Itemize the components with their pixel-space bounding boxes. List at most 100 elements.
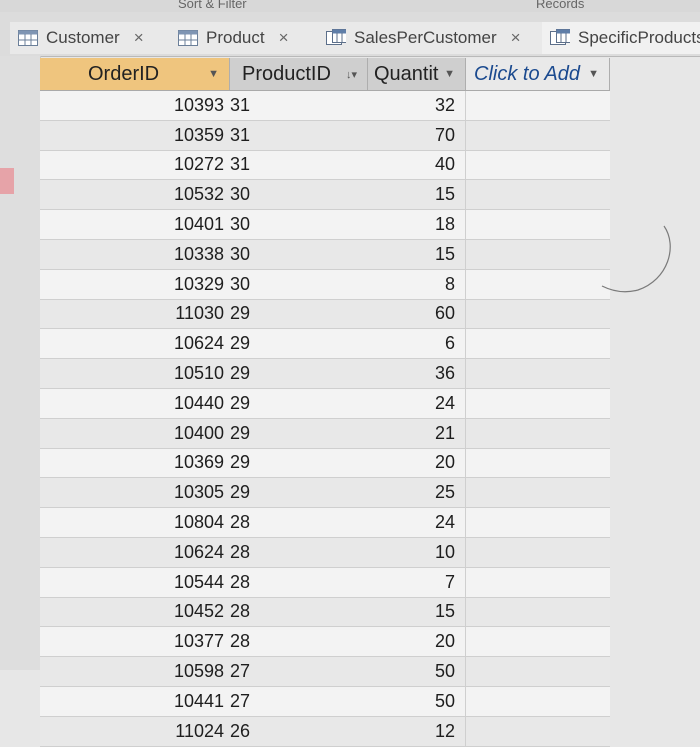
empty-add-cell[interactable] xyxy=(466,240,610,269)
empty-add-cell[interactable] xyxy=(466,717,610,746)
table-row[interactable]: 10624 29 6 xyxy=(40,329,610,360)
table-row[interactable]: 10272 31 40 xyxy=(40,150,610,181)
close-icon[interactable]: × xyxy=(511,28,521,48)
empty-add-cell[interactable] xyxy=(466,627,610,656)
tab-specificproducts[interactable]: SpecificProducts xyxy=(542,22,700,54)
table-row[interactable]: 10441 27 50 xyxy=(40,686,610,717)
quantity-cell[interactable]: 21 xyxy=(258,418,466,448)
quantity-cell[interactable]: 50 xyxy=(258,657,466,686)
column-header-quantity[interactable]: Quantit ▼ xyxy=(368,58,466,90)
close-icon[interactable]: × xyxy=(134,28,144,48)
quantity-cell[interactable]: 12 xyxy=(258,716,466,746)
quantity-cell[interactable]: 20 xyxy=(258,448,466,478)
orderid-cell[interactable]: 10393 xyxy=(40,95,230,116)
quantity-cell[interactable]: 15 xyxy=(258,180,466,210)
orderid-cell[interactable]: 10624 xyxy=(40,333,230,354)
quantity-cell[interactable]: 18 xyxy=(258,210,466,239)
table-row[interactable]: 11030 29 60 xyxy=(40,299,610,330)
column-header-orderid[interactable]: OrderID ▼ xyxy=(40,58,230,90)
orderid-cell[interactable]: 10624 xyxy=(40,542,230,563)
quantity-cell[interactable]: 40 xyxy=(258,150,466,180)
table-row[interactable]: 10393 31 32 xyxy=(40,91,610,121)
table-row[interactable]: 10369 29 20 xyxy=(40,448,610,479)
productid-cell[interactable]: 27 xyxy=(230,691,258,712)
empty-add-cell[interactable] xyxy=(466,657,610,686)
productid-cell[interactable]: 29 xyxy=(230,482,258,503)
orderid-cell[interactable]: 10452 xyxy=(40,601,230,622)
chevron-down-icon[interactable]: ▼ xyxy=(588,68,599,80)
productid-cell[interactable]: 28 xyxy=(230,631,258,652)
record-selector[interactable] xyxy=(0,168,14,194)
empty-add-cell[interactable] xyxy=(466,300,610,329)
orderid-cell[interactable]: 10598 xyxy=(40,661,230,682)
empty-add-cell[interactable] xyxy=(466,568,610,597)
productid-cell[interactable]: 31 xyxy=(230,95,258,116)
empty-add-cell[interactable] xyxy=(466,270,610,299)
quantity-cell[interactable]: 24 xyxy=(258,508,466,537)
orderid-cell[interactable]: 10377 xyxy=(40,631,230,652)
table-row[interactable]: 10329 30 8 xyxy=(40,269,610,300)
empty-add-cell[interactable] xyxy=(466,598,610,627)
productid-cell[interactable]: 29 xyxy=(230,452,258,473)
orderid-cell[interactable]: 10400 xyxy=(40,423,230,444)
orderid-cell[interactable]: 10401 xyxy=(40,214,230,235)
quantity-cell[interactable]: 7 xyxy=(258,567,466,597)
orderid-cell[interactable]: 10510 xyxy=(40,363,230,384)
quantity-cell[interactable]: 10 xyxy=(258,537,466,567)
productid-cell[interactable]: 30 xyxy=(230,184,258,205)
productid-cell[interactable]: 30 xyxy=(230,214,258,235)
quantity-cell[interactable]: 60 xyxy=(258,299,466,329)
tab-salespercustomer[interactable]: SalesPerCustomer × xyxy=(318,22,543,54)
column-header-productid[interactable]: ProductID ↓▾ xyxy=(230,58,368,90)
click-to-add-column[interactable]: Click to Add ▼ xyxy=(466,58,610,90)
table-row[interactable]: 10440 29 24 xyxy=(40,388,610,419)
productid-cell[interactable]: 28 xyxy=(230,572,258,593)
productid-cell[interactable]: 29 xyxy=(230,393,258,414)
empty-add-cell[interactable] xyxy=(466,508,610,537)
empty-add-cell[interactable] xyxy=(466,538,610,567)
record-selector-column[interactable] xyxy=(0,56,41,670)
quantity-cell[interactable]: 25 xyxy=(258,478,466,508)
table-row[interactable]: 10544 28 7 xyxy=(40,567,610,598)
table-row[interactable]: 10804 28 24 xyxy=(40,508,610,538)
empty-add-cell[interactable] xyxy=(466,91,610,120)
tab-customer[interactable]: Customer × xyxy=(10,22,171,54)
quantity-cell[interactable]: 6 xyxy=(258,329,466,359)
productid-cell[interactable]: 30 xyxy=(230,244,258,265)
orderid-cell[interactable]: 10329 xyxy=(40,274,230,295)
orderid-cell[interactable]: 10369 xyxy=(40,452,230,473)
quantity-cell[interactable]: 8 xyxy=(258,269,466,299)
tab-product[interactable]: Product × xyxy=(170,22,319,54)
empty-add-cell[interactable] xyxy=(466,121,610,150)
close-icon[interactable]: × xyxy=(279,28,289,48)
quantity-cell[interactable]: 15 xyxy=(258,597,466,627)
table-row[interactable]: 10359 31 70 xyxy=(40,120,610,151)
empty-add-cell[interactable] xyxy=(466,180,610,209)
table-row[interactable]: 10598 27 50 xyxy=(40,657,610,687)
table-row[interactable]: 11024 26 12 xyxy=(40,716,610,747)
productid-cell[interactable]: 28 xyxy=(230,601,258,622)
quantity-cell[interactable]: 32 xyxy=(258,91,466,120)
empty-add-cell[interactable] xyxy=(466,687,610,716)
table-row[interactable]: 10510 29 36 xyxy=(40,359,610,389)
quantity-cell[interactable]: 36 xyxy=(258,359,466,388)
table-row[interactable]: 10624 28 10 xyxy=(40,537,610,568)
productid-cell[interactable]: 28 xyxy=(230,512,258,533)
productid-cell[interactable]: 31 xyxy=(230,154,258,175)
orderid-cell[interactable]: 11024 xyxy=(40,721,230,742)
table-row[interactable]: 10338 30 15 xyxy=(40,239,610,270)
empty-add-cell[interactable] xyxy=(466,329,610,358)
orderid-cell[interactable]: 10305 xyxy=(40,482,230,503)
empty-add-cell[interactable] xyxy=(466,389,610,418)
empty-add-cell[interactable] xyxy=(466,210,610,239)
productid-cell[interactable]: 29 xyxy=(230,363,258,384)
orderid-cell[interactable]: 10359 xyxy=(40,125,230,146)
productid-cell[interactable]: 27 xyxy=(230,661,258,682)
productid-cell[interactable]: 31 xyxy=(230,125,258,146)
table-row[interactable]: 10305 29 25 xyxy=(40,478,610,509)
table-row[interactable]: 10401 30 18 xyxy=(40,210,610,240)
orderid-cell[interactable]: 10532 xyxy=(40,184,230,205)
orderid-cell[interactable]: 10272 xyxy=(40,154,230,175)
orderid-cell[interactable]: 10804 xyxy=(40,512,230,533)
quantity-cell[interactable]: 15 xyxy=(258,239,466,269)
